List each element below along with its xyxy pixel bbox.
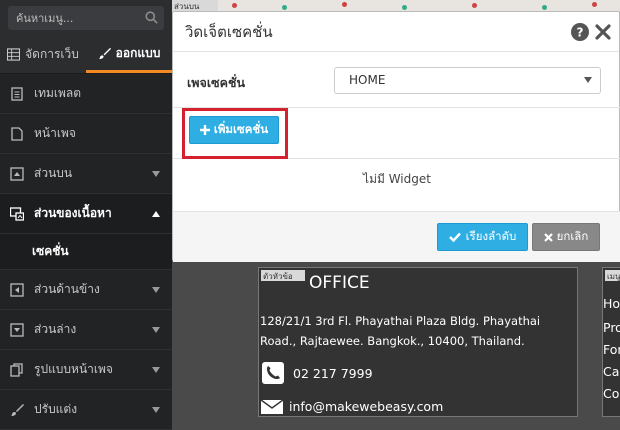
sidebar-subitem-label: เซคชั่น bbox=[32, 244, 69, 258]
tab-manage-web-label: จัดการเว็บ bbox=[25, 47, 79, 61]
office-address: 128/21/1 3rd Fl. Phayathai Plaza Bldg. P… bbox=[260, 314, 541, 348]
tab-design[interactable]: ออกแบบ bbox=[86, 36, 172, 73]
modal-header: วิดเจ็ตเซคชั่น ? bbox=[173, 12, 619, 52]
menu-line: Ho bbox=[603, 296, 620, 311]
sidebar-item-header[interactable]: ส่วนบน bbox=[0, 154, 172, 194]
menu-block-dropdown[interactable]: เมนู bbox=[605, 270, 620, 281]
office-block-dropdown[interactable]: ตัวหัวข้อ bbox=[261, 270, 305, 281]
table-icon bbox=[7, 48, 21, 61]
empty-widget-message: ไม่มี Widget bbox=[363, 172, 431, 186]
modal-title: วิดเจ็ตเซคชั่น bbox=[185, 22, 273, 41]
mail-icon bbox=[261, 399, 283, 414]
page-section-label: เพจเซคชั่น bbox=[187, 75, 245, 90]
add-section-area: เพิ่มเซคชั่น bbox=[173, 108, 620, 159]
sidebar-item-label: รูปแบบหน้าเพจ bbox=[34, 362, 113, 376]
chevron-down-icon bbox=[152, 287, 160, 293]
sidebar-item-label: ส่วนบน bbox=[34, 166, 73, 180]
sort-button-label: เรียงลำดับ bbox=[465, 229, 517, 243]
sidebar: จัดการเว็บ ออกแบบ เทมเพลต หน้าเพจ ส่วนบน… bbox=[0, 0, 172, 430]
header-section-select[interactable]: ส่วนบน bbox=[172, 0, 218, 11]
chevron-down-icon bbox=[152, 367, 160, 373]
sidebar-item-page[interactable]: หน้าเพจ bbox=[0, 114, 172, 154]
close-icon bbox=[543, 232, 553, 242]
add-section-label: เพิ่มเซคชั่น bbox=[213, 122, 269, 136]
footer-icon bbox=[10, 322, 24, 337]
page-section-value: HOME bbox=[349, 73, 386, 87]
sort-button[interactable]: เรียงลำดับ bbox=[437, 223, 528, 251]
sidebar-tabs: จัดการเว็บ ออกแบบ bbox=[0, 36, 172, 74]
menu-line: Ca bbox=[603, 364, 620, 379]
menu-line: Pro bbox=[603, 320, 620, 335]
menu-line: For bbox=[603, 342, 620, 357]
menu-block: เมนู Ho Pro For Ca Co bbox=[602, 267, 620, 417]
paintbrush-icon bbox=[98, 47, 111, 59]
copy-icon bbox=[10, 362, 23, 377]
page-section-select[interactable]: HOME bbox=[334, 67, 601, 94]
svg-text:?: ? bbox=[577, 26, 584, 40]
office-contact-block: ตัวหัวข้อ OFFICE 128/21/1 3rd Fl. Phayat… bbox=[258, 267, 578, 417]
search-bar bbox=[0, 0, 172, 36]
sidebar-item-label: เทมเพลต bbox=[34, 86, 82, 100]
cancel-button-label: ยกเลิก bbox=[556, 229, 589, 243]
sidebar-item-side[interactable]: ส่วนด้านข้าง bbox=[0, 270, 172, 310]
chevron-down-icon bbox=[152, 327, 160, 333]
sidebar-item-template[interactable]: เทมเพลต bbox=[0, 74, 172, 114]
office-title: OFFICE bbox=[309, 273, 370, 293]
search-box bbox=[8, 6, 164, 30]
add-section-button[interactable]: เพิ่มเซคชั่น bbox=[189, 116, 279, 144]
email-address: info@makewebeasy.com bbox=[289, 399, 444, 414]
cancel-button[interactable]: ยกเลิก bbox=[532, 223, 600, 251]
menu-line: Co bbox=[603, 386, 620, 401]
sidebar-item-footer[interactable]: ส่วนล่าง bbox=[0, 310, 172, 350]
tab-design-label: ออกแบบ bbox=[115, 45, 161, 60]
sidebar-item-label: หน้าเพจ bbox=[34, 126, 76, 140]
chevron-down-icon bbox=[584, 77, 592, 83]
phone-row: 02 217 7999 bbox=[261, 361, 373, 385]
sidebar-item-content[interactable]: ส่วนของเนื้อหา bbox=[0, 194, 172, 234]
sidebar-item-label: ส่วนด้านข้าง bbox=[34, 282, 100, 296]
sidebar-icon bbox=[10, 282, 24, 297]
check-icon bbox=[448, 232, 461, 242]
tab-manage-web[interactable]: จัดการเว็บ bbox=[0, 36, 86, 73]
brush-icon bbox=[11, 403, 24, 416]
sidebar-item-label: ปรับแต่ง bbox=[34, 402, 78, 416]
sidebar-item-page-layout[interactable]: รูปแบบหน้าเพจ bbox=[0, 350, 172, 390]
plus-icon bbox=[199, 125, 210, 135]
content-icon bbox=[10, 206, 24, 221]
header-icon bbox=[10, 166, 24, 181]
phone-number: 02 217 7999 bbox=[293, 365, 373, 381]
chevron-down-icon bbox=[152, 171, 160, 177]
sidebar-menu: เทมเพลต หน้าเพจ ส่วนบน ส่วนของเนื้อหา เซ… bbox=[0, 74, 172, 430]
sidebar-item-customize[interactable]: ปรับแต่ง bbox=[0, 390, 172, 430]
sidebar-item-label: ส่วนของเนื้อหา bbox=[34, 206, 112, 220]
phone-icon bbox=[262, 362, 284, 384]
page-icon bbox=[11, 126, 23, 141]
search-input[interactable] bbox=[8, 6, 164, 30]
chevron-up-icon bbox=[152, 211, 160, 217]
close-icon[interactable] bbox=[595, 24, 611, 40]
sidebar-item-label: ส่วนล่าง bbox=[34, 322, 77, 336]
search-icon[interactable] bbox=[145, 11, 158, 24]
file-icon bbox=[11, 86, 23, 101]
sidebar-subitem-section[interactable]: เซคชั่น bbox=[0, 234, 172, 270]
help-icon[interactable]: ? bbox=[571, 23, 589, 41]
chevron-down-icon bbox=[152, 407, 160, 413]
section-widget-modal: วิดเจ็ตเซคชั่น ? เพจเซคชั่น HOME เพิ่มเซ… bbox=[172, 11, 620, 262]
modal-footer: เรียงลำดับ ยกเลิก bbox=[173, 211, 620, 262]
email-row: info@makewebeasy.com bbox=[261, 399, 443, 414]
page-section-row: เพจเซคชั่น HOME bbox=[173, 52, 620, 108]
